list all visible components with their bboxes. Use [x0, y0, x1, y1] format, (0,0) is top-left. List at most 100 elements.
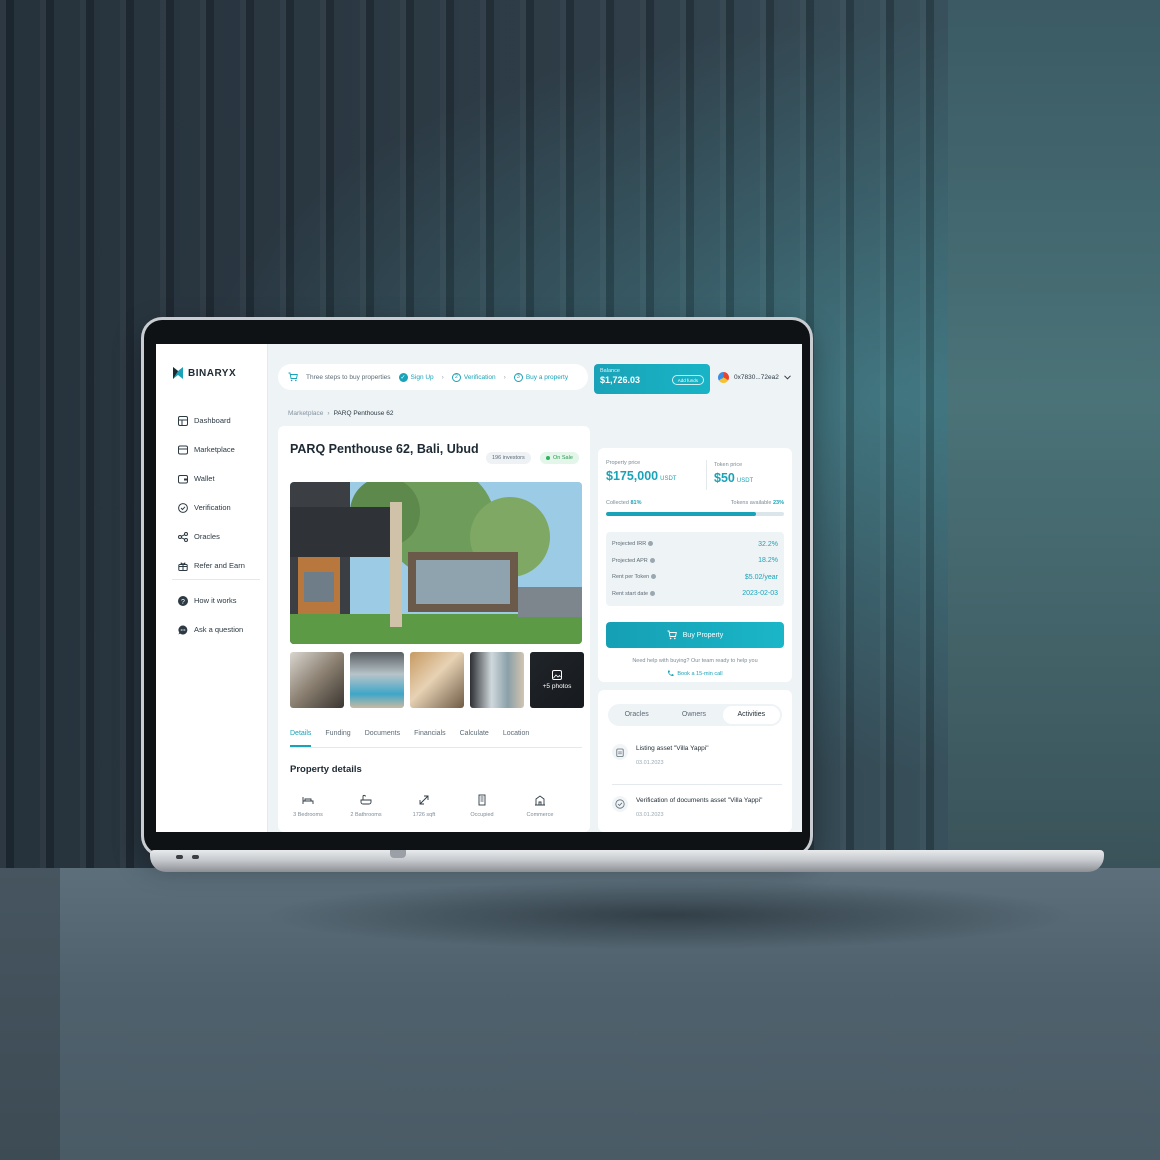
activity-title: Verification of documents asset "Villa Y… — [636, 797, 763, 804]
binaryx-logo-icon — [173, 367, 183, 379]
step-label: Verification — [463, 373, 496, 381]
activity-title: Listing asset "Villa Yappi" — [636, 745, 709, 752]
laptop-shadow — [260, 880, 1080, 950]
chat-icon — [178, 624, 188, 634]
feature-label: 3 Bedrooms — [293, 812, 323, 818]
check-circle-icon — [612, 796, 628, 812]
topbar: Three steps to buy properties ✓ Sign Up … — [268, 344, 802, 402]
wallet-menu[interactable]: 0x7830...72ea2 — [718, 372, 791, 383]
investors-badge: 196 investors — [486, 452, 531, 464]
sidebar-item-marketplace[interactable]: Marketplace — [178, 435, 245, 464]
book-call-link[interactable]: Book a 15-min call — [606, 670, 784, 677]
chevron-right-icon: › — [503, 373, 506, 381]
sidebar-item-label: Verification — [194, 503, 231, 512]
tab-owners[interactable]: Owners — [665, 706, 722, 724]
bath-icon — [360, 794, 372, 805]
sidebar-item-ask-question[interactable]: Ask a question — [178, 615, 243, 644]
tokens-available-value: 23% — [772, 500, 784, 506]
bed-icon — [302, 797, 314, 804]
marketplace-icon — [178, 445, 188, 454]
feature-occupancy: Occupied — [464, 794, 500, 818]
sidebar-item-verification[interactable]: Verification — [178, 493, 245, 522]
info-icon[interactable] — [648, 541, 654, 547]
buy-property-button[interactable]: Buy Property — [606, 622, 784, 648]
tab-oracles[interactable]: Oracles — [608, 706, 665, 724]
property-main-photo[interactable] — [290, 482, 582, 644]
property-price-value: $175,000 — [606, 469, 659, 483]
sidebar-item-how-it-works[interactable]: ? How it works — [178, 586, 243, 615]
token-price-value: $50 — [714, 471, 735, 485]
check-icon: ✓ — [398, 372, 408, 382]
step-label: Buy a property — [525, 373, 569, 381]
balance-label: Balance — [600, 368, 620, 374]
chevron-right-icon: › — [441, 373, 444, 381]
tab-calculate[interactable]: Calculate — [460, 724, 489, 747]
metric-value: $5.02/year — [744, 573, 778, 581]
area-icon — [419, 795, 429, 805]
tab-funding[interactable]: Funding — [325, 724, 350, 747]
wallet-address: 0x7830...72ea2 — [734, 374, 779, 381]
currency-label: USDT — [736, 478, 754, 484]
app-screen: BINARYX Dashboard Marketplace Wallet Ver… — [156, 344, 802, 832]
photo-thumbnails: +5 photos — [290, 652, 584, 708]
sidebar-item-dashboard[interactable]: Dashboard — [178, 406, 245, 435]
breadcrumb-current: PARQ Penthouse 62 — [333, 410, 394, 417]
step-buy-property[interactable]: 3 Buy a property — [513, 372, 569, 382]
sidebar-item-refer[interactable]: Refer and Earn — [178, 551, 245, 580]
metric-value: 32.2% — [758, 540, 778, 548]
property-features: 3 Bedrooms 2 Bathrooms 1726 sqft Occupie… — [290, 794, 558, 818]
step-verification[interactable]: 2 Verification — [451, 372, 496, 382]
phone-icon — [668, 670, 674, 677]
tab-details[interactable]: Details — [290, 724, 312, 747]
brand-name: BINARYX — [188, 367, 237, 379]
sidebar-item-label: Wallet — [194, 474, 215, 483]
photo-thumbnail-more[interactable]: +5 photos — [530, 652, 584, 708]
brand[interactable]: BINARYX — [172, 366, 236, 380]
verification-icon — [178, 502, 188, 513]
photo-thumbnail[interactable] — [410, 652, 464, 708]
sidebar: BINARYX Dashboard Marketplace Wallet Ver… — [156, 344, 268, 832]
breadcrumb-link[interactable]: Marketplace — [288, 410, 323, 417]
buy-steps-banner[interactable]: Three steps to buy properties ✓ Sign Up … — [278, 364, 588, 390]
photo-thumbnail[interactable] — [290, 652, 344, 708]
tab-location[interactable]: Location — [503, 724, 529, 747]
step-sign-up[interactable]: ✓ Sign Up — [398, 372, 434, 382]
gallery-icon — [552, 670, 562, 680]
info-icon[interactable] — [649, 557, 655, 563]
more-photos-label: +5 photos — [542, 683, 572, 690]
metric-row: Projected APR 18.2% — [612, 553, 778, 570]
photo-thumbnail[interactable] — [350, 652, 404, 708]
info-icon[interactable] — [651, 574, 657, 580]
sidebar-item-wallet[interactable]: Wallet — [178, 464, 245, 493]
sidebar-item-label: Ask a question — [194, 625, 244, 634]
sidebar-item-label: Dashboard — [194, 416, 231, 425]
feature-label: 1726 sqft — [412, 812, 436, 818]
tab-documents[interactable]: Documents — [365, 724, 400, 747]
book-call-label: Book a 15-min call — [677, 670, 723, 677]
sidebar-item-oracles[interactable]: Oracles — [178, 522, 245, 551]
house-photo-illustration — [290, 482, 582, 644]
metric-label: Rent per Token — [612, 574, 650, 581]
photo-thumbnail[interactable] — [470, 652, 524, 708]
feature-bathrooms: 2 Bathrooms — [348, 794, 384, 818]
tab-activities[interactable]: Activities — [722, 706, 780, 724]
building-icon — [478, 794, 486, 806]
add-funds-button[interactable]: Add funds — [671, 375, 704, 385]
document-icon — [612, 744, 628, 760]
laptop-base — [150, 850, 1104, 872]
feature-label: Commerce — [526, 812, 554, 818]
activity-item: Verification of documents asset "Villa Y… — [612, 796, 766, 818]
add-funds-label: Add funds — [677, 377, 698, 383]
oracles-icon — [178, 531, 188, 542]
cart-icon — [288, 372, 298, 382]
sidebar-item-label: How it works — [194, 596, 237, 605]
help-text: Need help with buying? Our team ready to… — [632, 658, 758, 664]
property-price: Property price $175,000 USDT — [606, 460, 676, 483]
commerce-icon — [535, 795, 545, 806]
tab-financials[interactable]: Financials — [414, 724, 446, 747]
collected-value: 81% — [630, 500, 642, 506]
laptop-port — [176, 855, 183, 859]
metric-label: Projected IRR — [612, 541, 647, 548]
tokens-available-label: Tokens available — [730, 500, 772, 506]
info-icon[interactable] — [650, 590, 656, 596]
